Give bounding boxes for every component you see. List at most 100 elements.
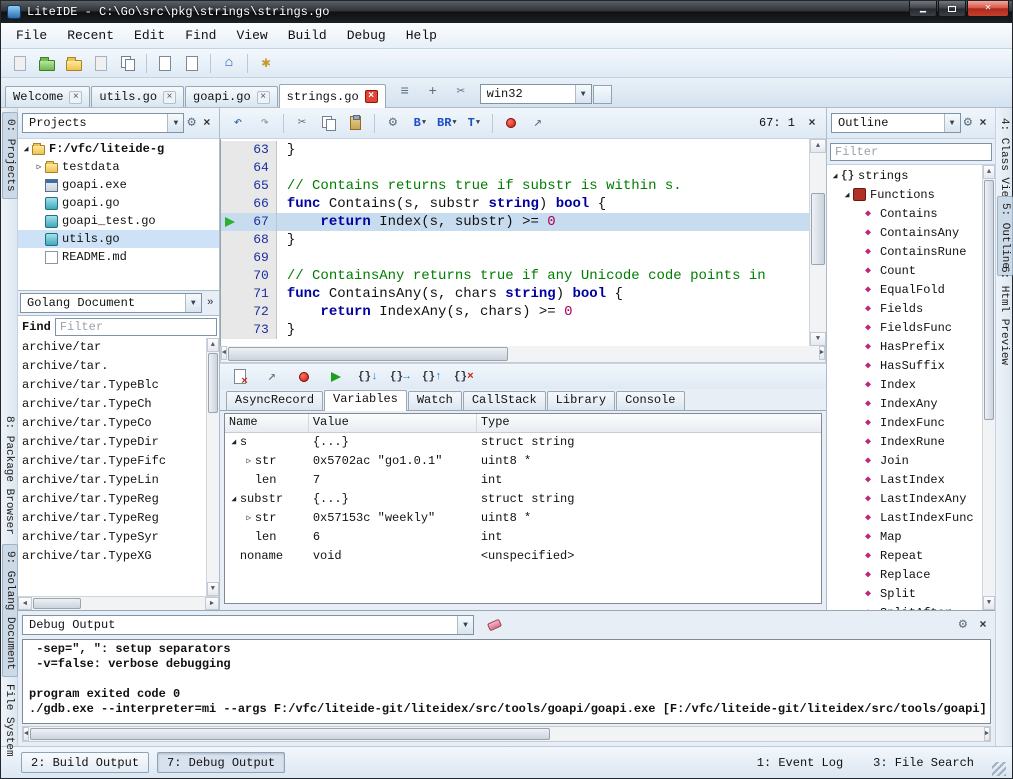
outline-item-lastindex[interactable]: ◆LastIndex	[827, 470, 982, 489]
outline-item-equalfold[interactable]: ◆EqualFold	[827, 280, 982, 299]
outline-item-fieldsfunc[interactable]: ◆FieldsFunc	[827, 318, 982, 337]
scroll-right-icon[interactable]: ►	[984, 727, 990, 741]
outline-item-indexany[interactable]: ◆IndexAny	[827, 394, 982, 413]
doc-item-archive-tar-typefifc[interactable]: archive/tar.TypeFifc	[18, 452, 206, 471]
side-tab-6-html-preview[interactable]: 6: Html Preview	[997, 260, 1011, 371]
expand-arrow-icon[interactable]: ◢	[841, 190, 853, 200]
clear-output-button[interactable]	[482, 613, 506, 637]
code-line-68[interactable]: 68}	[221, 231, 809, 249]
doc-item-archive-tar-typereg[interactable]: archive/tar.TypeReg	[18, 509, 206, 528]
variable-row-len[interactable]: len6int	[225, 528, 821, 547]
outline-item-hasprefix[interactable]: ◆HasPrefix	[827, 337, 982, 356]
scroll-left-icon[interactable]: ◄	[18, 597, 32, 610]
code-line-64[interactable]: 64	[221, 159, 809, 177]
variable-row-substr[interactable]: ◢substr{...}struct string	[225, 490, 821, 509]
step-into-button[interactable]: {}↓	[356, 365, 380, 389]
output-view-combo[interactable]: Debug Output ▼	[22, 615, 474, 635]
menu-build[interactable]: Build	[279, 25, 336, 46]
tab-utils-go[interactable]: utils.go×	[91, 86, 184, 107]
scrollbar-thumb[interactable]	[984, 180, 994, 420]
code-editor[interactable]: 63}6465// Contains returns true if subst…	[220, 139, 826, 346]
outline-settings-icon[interactable]: ⚙	[964, 116, 972, 130]
debug-tab-watch[interactable]: Watch	[408, 391, 462, 410]
maximize-button[interactable]	[938, 1, 966, 17]
project-item-goapi-test-go[interactable]: goapi_test.go	[18, 212, 219, 230]
output-close-icon[interactable]: ×	[975, 617, 991, 633]
code-line-70[interactable]: 70// ContainsAny returns true if any Uni…	[221, 267, 809, 285]
scrollbar-thumb[interactable]	[30, 728, 550, 740]
tab-close-icon[interactable]: ×	[163, 91, 176, 104]
start-debug-button[interactable]	[499, 111, 523, 135]
scroll-up-icon[interactable]: ▲	[810, 139, 826, 153]
doc-list-hscrollbar[interactable]: ◄ ►	[18, 596, 219, 610]
projects-settings-icon[interactable]: ⚙	[187, 116, 195, 130]
undo-button[interactable]: ↶	[226, 111, 250, 135]
home-button[interactable]: ⌂	[217, 51, 241, 75]
project-item-readme-md[interactable]: README.md	[18, 248, 219, 266]
column-header-value[interactable]: Value	[309, 414, 477, 432]
close-editor-icon[interactable]: ×	[804, 115, 820, 131]
output-hscrollbar[interactable]: ◄ ►	[22, 726, 991, 742]
editor-hscrollbar[interactable]: ◄ ►	[220, 346, 826, 363]
step-over-button[interactable]: {}→	[388, 365, 412, 389]
build-env-button[interactable]	[593, 85, 612, 104]
outline-item-fields[interactable]: ◆Fields	[827, 299, 982, 318]
outline-item-containsany[interactable]: ◆ContainsAny	[827, 223, 982, 242]
debug-tab-library[interactable]: Library	[547, 391, 615, 410]
variable-row-str[interactable]: ▷str0x5702ac "go1.0.1"uint8 *	[225, 452, 821, 471]
scroll-left-icon[interactable]: ◄	[221, 346, 227, 360]
save-all-button[interactable]	[116, 51, 140, 75]
expand-arrow-icon[interactable]: ◢	[829, 171, 841, 181]
outline-item-contains[interactable]: ◆Contains	[827, 204, 982, 223]
tab-close-icon[interactable]: ×	[69, 91, 82, 104]
continue-button[interactable]	[324, 365, 348, 389]
open-folder-button[interactable]	[35, 51, 59, 75]
doc-item-archive-tar-typexg[interactable]: archive/tar.TypeXG	[18, 547, 206, 566]
expand-arrow-icon[interactable]: ▷	[243, 509, 255, 528]
debug-tab-asyncrecord[interactable]: AsyncRecord	[226, 391, 323, 410]
column-header-type[interactable]: Type	[477, 414, 821, 432]
doc-view-combo[interactable]: Golang Document ▼	[20, 293, 202, 313]
side-tab-0-projects[interactable]: 0: Projects	[2, 112, 18, 199]
outline-filter-input[interactable]	[830, 143, 992, 161]
scroll-down-icon[interactable]: ▼	[207, 582, 219, 596]
projects-view-combo[interactable]: Projects ▼	[22, 113, 184, 133]
close-button[interactable]: ✕	[967, 1, 1009, 17]
debug-tab-variables[interactable]: Variables	[324, 390, 407, 411]
editor-vscrollbar[interactable]: ▲ ▼	[809, 139, 826, 346]
expand-arrow-icon[interactable]: ▷	[243, 452, 255, 471]
status-3-file-search[interactable]: 3: File Search	[863, 752, 984, 773]
tab-welcome[interactable]: Welcome×	[5, 86, 90, 107]
outline-item-containsrune[interactable]: ◆ContainsRune	[827, 242, 982, 261]
outline-item-lastindexany[interactable]: ◆LastIndexAny	[827, 489, 982, 508]
variable-row-str[interactable]: ▷str0x57153c "weekly"uint8 *	[225, 509, 821, 528]
size-grip[interactable]	[992, 762, 1006, 776]
scroll-right-icon[interactable]: ►	[205, 597, 219, 610]
show-output-button[interactable]: ↗	[260, 365, 284, 389]
import-button[interactable]	[180, 51, 204, 75]
chevron-down-icon[interactable]: ▼	[944, 114, 960, 132]
doc-list-scrollbar[interactable]: ▲ ▼	[206, 338, 219, 596]
tab-strings-go[interactable]: strings.go×	[279, 84, 386, 108]
outline-item-replace[interactable]: ◆Replace	[827, 565, 982, 584]
side-tab-file-system[interactable]: File System	[2, 678, 16, 763]
scroll-down-icon[interactable]: ▼	[983, 596, 995, 610]
code-line-63[interactable]: 63}	[221, 141, 809, 159]
code-line-71[interactable]: 71func ContainsAny(s, chars string) bool…	[221, 285, 809, 303]
run-to-line-button[interactable]: {}×	[452, 365, 476, 389]
scrollbar-thumb[interactable]	[208, 353, 218, 413]
scroll-up-icon[interactable]: ▲	[983, 165, 995, 179]
build-menu-button[interactable]: B▼	[408, 111, 432, 135]
side-tab-8-package-browser[interactable]: 8: Package Browser	[2, 410, 16, 541]
doc-filter-input[interactable]	[55, 318, 217, 336]
outline-item-strings[interactable]: ◢{}strings	[827, 166, 982, 185]
doc-item-archive-tar-typeco[interactable]: archive/tar.TypeCo	[18, 414, 206, 433]
menu-debug[interactable]: Debug	[338, 25, 395, 46]
chevron-down-icon[interactable]: ▼	[457, 616, 473, 634]
outline-item-count[interactable]: ◆Count	[827, 261, 982, 280]
paste-button[interactable]	[344, 111, 368, 135]
restart-debug-button[interactable]	[292, 365, 316, 389]
variable-row-s[interactable]: ◢s{...}struct string	[225, 433, 821, 452]
chevron-down-icon[interactable]: ▼	[185, 294, 201, 312]
code-line-72[interactable]: 72 return IndexAny(s, chars) >= 0	[221, 303, 809, 321]
